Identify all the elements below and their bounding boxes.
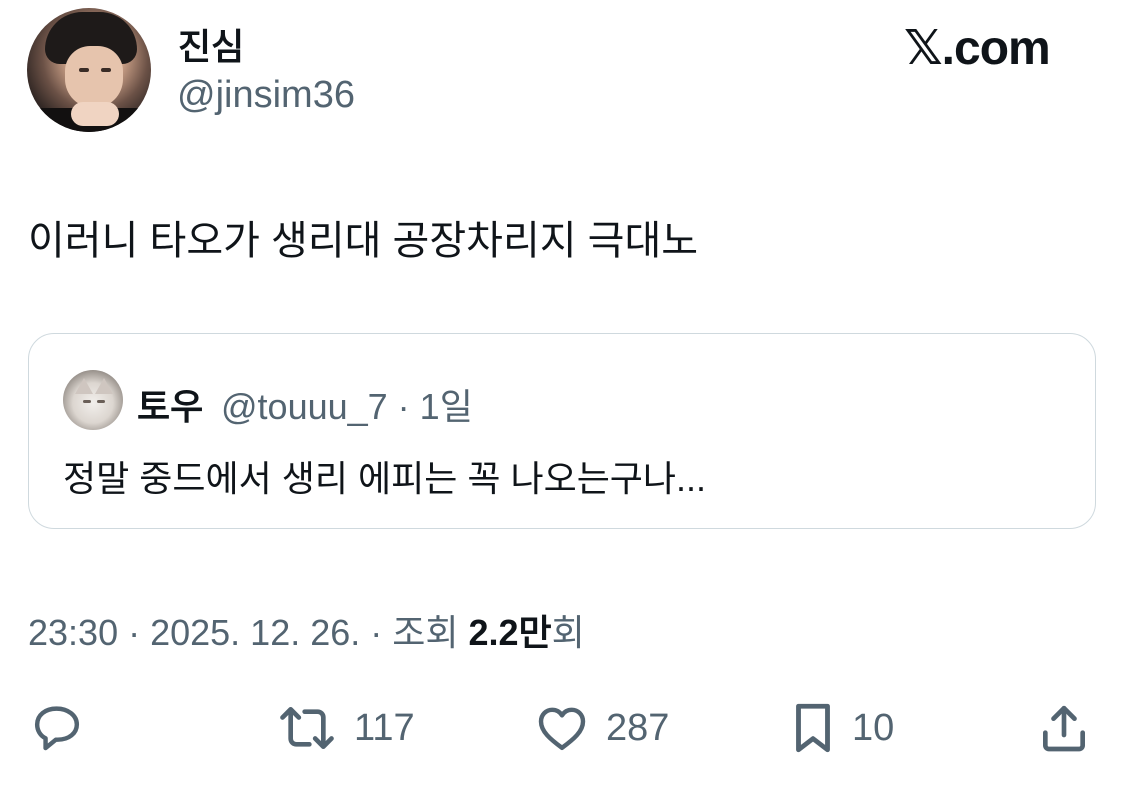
cat-ear bbox=[95, 378, 113, 394]
avatar-eye bbox=[79, 68, 89, 72]
quoted-tweet-text: 정말 중드에서 생리 에피는 꼭 나오는구나... bbox=[63, 458, 707, 499]
bookmark-count: 10 bbox=[852, 706, 895, 749]
share-icon bbox=[1043, 705, 1085, 752]
author-display-name[interactable]: 진심 bbox=[178, 18, 244, 70]
retweet-icon bbox=[280, 707, 334, 749]
bookmark-button[interactable]: 10 bbox=[788, 700, 894, 756]
tweet-timestamp[interactable]: 23:30 · 2025. 12. 26. · 조회 bbox=[28, 612, 469, 653]
heart-icon bbox=[538, 707, 586, 751]
reply-icon bbox=[34, 706, 80, 751]
view-count: 2.2만 bbox=[468, 612, 552, 653]
view-count-suffix: 회 bbox=[551, 612, 585, 653]
quoted-author-handle: @touuu_7 · 1일 bbox=[221, 386, 473, 427]
reply-button[interactable] bbox=[28, 700, 86, 756]
tweet-meta: 23:30 · 2025. 12. 26. · 조회 2.2만회 bbox=[28, 604, 585, 656]
author-handle[interactable]: @jinsim36 bbox=[177, 74, 355, 117]
share-button[interactable] bbox=[1036, 700, 1092, 756]
retweet-button[interactable]: 117 bbox=[274, 700, 415, 756]
author-avatar[interactable] bbox=[27, 8, 151, 132]
cat-eye bbox=[83, 400, 91, 403]
x-logo: 𝕏.com bbox=[904, 22, 1051, 75]
quoted-author-display-name: 토우 bbox=[137, 386, 204, 427]
avatar-eye bbox=[101, 68, 111, 72]
cat-eye bbox=[97, 400, 105, 403]
quoted-author-avatar[interactable] bbox=[63, 370, 123, 430]
bookmark-icon bbox=[796, 703, 830, 753]
avatar-hand bbox=[71, 102, 119, 126]
avatar-face bbox=[65, 46, 123, 108]
quoted-tweet-card[interactable]: 토우 @touuu_7 · 1일 정말 중드에서 생리 에피는 꼭 나오는구나.… bbox=[28, 333, 1096, 529]
tweet-text: 이러니 타오가 생리대 공장차리지 극대노 bbox=[28, 219, 699, 263]
like-button[interactable]: 287 bbox=[532, 700, 669, 756]
cat-ear bbox=[75, 378, 93, 394]
retweet-count: 117 bbox=[354, 706, 415, 749]
like-count: 287 bbox=[606, 706, 670, 749]
